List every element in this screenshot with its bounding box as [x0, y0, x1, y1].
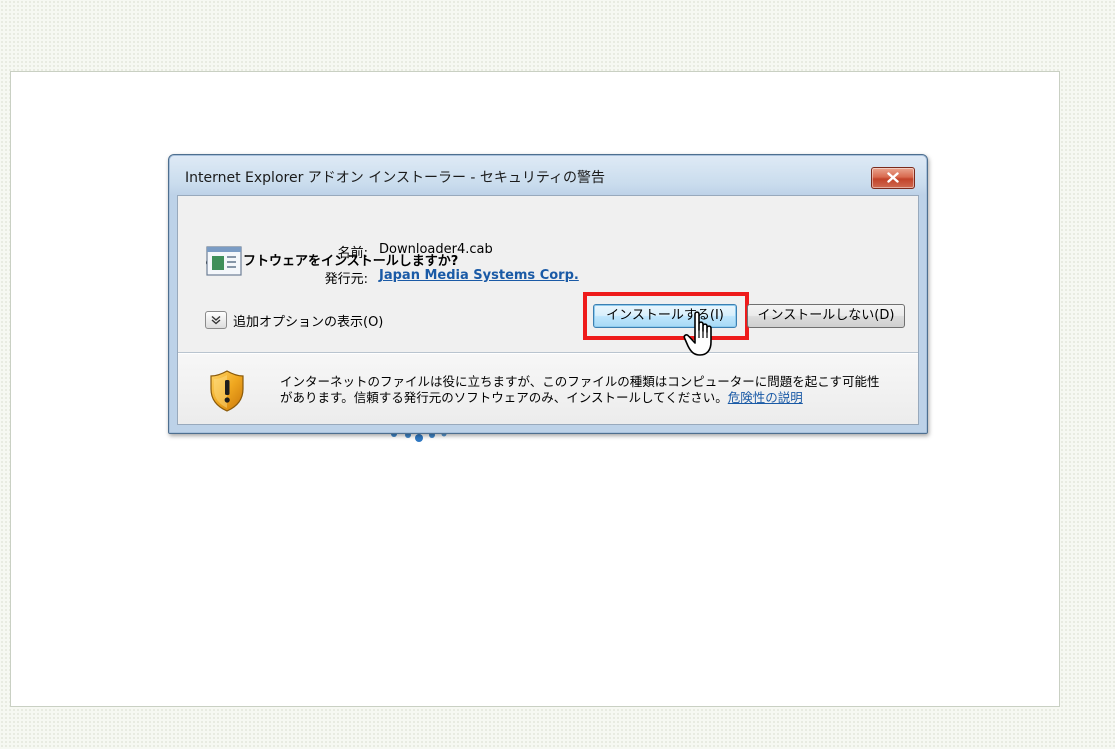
hand-cursor-icon: [683, 311, 712, 356]
chevron-down-icon: [211, 315, 221, 325]
dialog-titlebar[interactable]: Internet Explorer アドオン インストーラー - セキュリティの…: [169, 155, 927, 193]
more-options-label: 追加オプションの表示(O): [233, 314, 384, 330]
close-button[interactable]: [871, 167, 915, 189]
more-options-toggle[interactable]: 追加オプションの表示(O): [205, 309, 383, 331]
security-shield-icon: [210, 370, 244, 412]
dialog-title: Internet Explorer アドオン インストーラー - セキュリティの…: [185, 170, 606, 186]
name-value: Downloader4.cab: [379, 242, 493, 257]
cab-file-icon: [206, 246, 242, 276]
warning-message: インターネットのファイルは役に立ちますが、このファイルの種類はコンピューターに問…: [280, 374, 890, 406]
publisher-label: 発行元:: [324, 272, 368, 287]
name-label: 名前:: [337, 246, 368, 261]
separator: [178, 352, 918, 353]
publisher-link[interactable]: Japan Media Systems Corp.: [379, 268, 579, 283]
expand-button[interactable]: [205, 311, 227, 329]
dont-install-button[interactable]: インストールしない(D): [747, 304, 905, 328]
close-icon: [887, 172, 899, 183]
risk-explanation-link[interactable]: 危険性の説明: [728, 390, 803, 405]
